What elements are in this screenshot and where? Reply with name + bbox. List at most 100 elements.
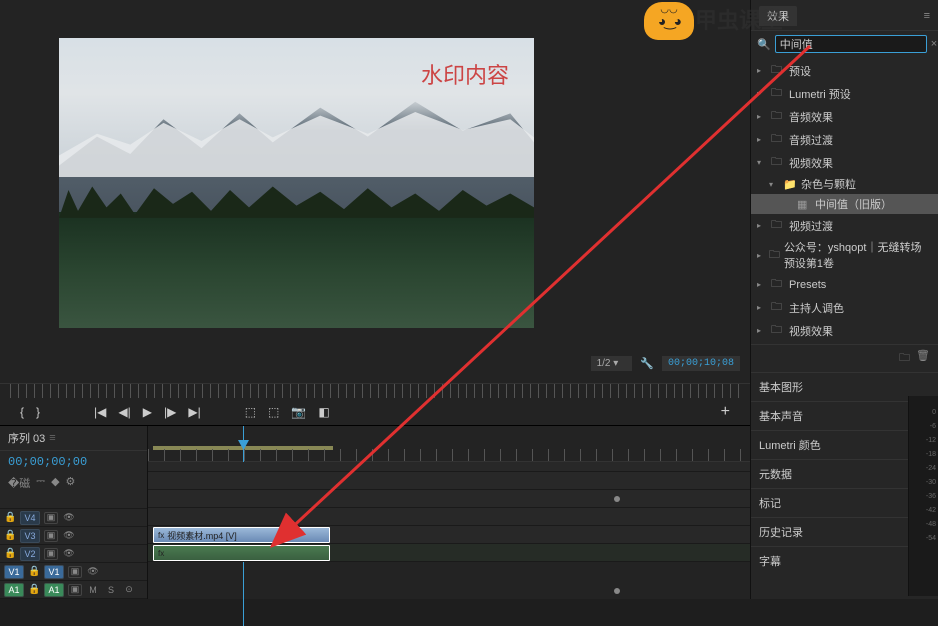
lock-icon[interactable]: 🔒 (28, 566, 40, 577)
video-clip[interactable]: fx视频素材.mp4 [V] (153, 527, 330, 543)
track-badge[interactable]: A1 (44, 583, 64, 597)
expand-arrow-icon[interactable]: ▸ (757, 66, 767, 75)
track-header-v3[interactable]: 🔒 V3 ▣ 👁 (0, 527, 147, 545)
effects-tree-item[interactable]: ▸🗀Lumetri 预设 (751, 82, 938, 105)
go-to-in-icon[interactable]: |◀ (94, 405, 106, 419)
comparison-icon[interactable]: ◧ (318, 405, 329, 419)
expand-arrow-icon[interactable]: ▾ (757, 158, 767, 167)
settings-icon[interactable]: 🔧 (640, 357, 654, 370)
effects-tree-item[interactable]: ▸🗀视频过渡 (751, 214, 938, 237)
voice-icon[interactable]: ⊙ (122, 584, 136, 596)
lock-icon[interactable]: 🔒 (4, 530, 16, 541)
bin-icon: 🗀 (771, 107, 785, 126)
target-toggle[interactable]: ▣ (44, 548, 58, 560)
bin-icon: 🗀 (771, 84, 785, 103)
clear-search-icon[interactable]: × (931, 38, 937, 50)
lock-icon[interactable]: 🔒 (4, 548, 16, 559)
track-lane-spacer[interactable] (148, 462, 750, 472)
track-lane-a1[interactable]: fx (148, 544, 750, 562)
marker-icon[interactable]: ◆ (51, 475, 59, 491)
new-bin-icon[interactable]: 🗀 (899, 349, 910, 368)
effects-search-input[interactable] (775, 35, 927, 53)
add-button-icon[interactable]: + (721, 403, 730, 421)
effects-tree-item[interactable]: ▾📁杂色与颗粒 (751, 174, 938, 194)
search-icon: 🔍 (757, 38, 771, 51)
audio-clip[interactable]: fx (153, 545, 330, 561)
tree-item-label: 预设 (789, 63, 811, 79)
keyframe-marker[interactable] (614, 588, 620, 594)
track-header-a1[interactable]: A1 🔒 A1 ▣ M S ⊙ (0, 581, 147, 599)
video-preview[interactable]: 水印内容 (59, 38, 534, 328)
eye-icon[interactable]: 👁 (62, 512, 76, 524)
sequence-tab[interactable]: 序列 03 ≡ (8, 430, 56, 446)
export-frame-icon[interactable]: 📷 (291, 405, 306, 419)
track-badge[interactable]: V4 (20, 511, 40, 525)
track-badge[interactable]: V3 (20, 529, 40, 543)
effects-tree-item[interactable]: ▸🗀Presets (751, 273, 938, 296)
play-icon[interactable]: ▶ (143, 405, 152, 419)
expand-arrow-icon[interactable]: ▸ (757, 303, 767, 312)
expand-arrow-icon[interactable]: ▸ (757, 89, 767, 98)
time-ruler[interactable] (148, 426, 750, 462)
audio-meters: 0-6-12-18-24-30-36-42-48-54 (908, 396, 938, 596)
effects-tree-item[interactable]: ▸🗀主持人调色 (751, 296, 938, 319)
panel-label: 元数据 (759, 466, 792, 482)
track-header-v2[interactable]: 🔒 V2 ▣ 👁 (0, 545, 147, 563)
sequence-timecode[interactable]: 00;00;00;00 (0, 451, 147, 473)
mark-out-icon[interactable]: } (36, 405, 40, 419)
tree-item-label: 音频效果 (789, 109, 833, 125)
bin-icon: 🗀 (771, 321, 785, 340)
eye-icon[interactable]: 👁 (62, 548, 76, 560)
expand-arrow-icon[interactable]: ▸ (757, 251, 765, 260)
eye-icon[interactable]: 👁 (62, 530, 76, 542)
target-toggle[interactable]: ▣ (68, 584, 82, 596)
track-badge[interactable]: V2 (20, 547, 40, 561)
timecode-display[interactable]: 00;00;10;08 (662, 356, 740, 371)
expand-arrow-icon[interactable]: ▸ (757, 326, 767, 335)
keyframe-marker[interactable] (614, 496, 620, 502)
transport-controls: { } |◀ ◀| ▶ |▶ ▶| ⬚ ⬚ 📷 ◧ + (0, 398, 750, 425)
track-lane-v1[interactable]: fx视频素材.mp4 [V] (148, 526, 750, 544)
go-to-out-icon[interactable]: ▶| (188, 405, 200, 419)
mark-in-icon[interactable]: { (20, 405, 24, 419)
lift-icon[interactable]: ⬚ (245, 405, 256, 419)
track-lane-v2[interactable] (148, 508, 750, 526)
effects-tree-item[interactable]: ▾🗀视频效果 (751, 151, 938, 174)
extract-icon[interactable]: ⬚ (268, 405, 279, 419)
expand-arrow-icon[interactable]: ▸ (757, 221, 767, 230)
target-toggle[interactable]: ▣ (44, 512, 58, 524)
track-badge[interactable]: V1 (44, 565, 64, 579)
eye-icon[interactable]: 👁 (86, 566, 100, 578)
panel-menu-icon[interactable]: ≡ (924, 10, 930, 22)
expand-arrow-icon[interactable]: ▸ (757, 112, 767, 121)
target-toggle[interactable]: ▣ (44, 530, 58, 542)
monitor-ruler[interactable] (0, 383, 750, 398)
meter-tick: -6 (926, 420, 936, 434)
target-toggle[interactable]: ▣ (68, 566, 82, 578)
effects-tree-item[interactable]: ▸🗀视频效果 (751, 319, 938, 342)
step-forward-icon[interactable]: |▶ (164, 405, 176, 419)
mute-icon[interactable]: M (86, 584, 100, 596)
expand-arrow-icon[interactable]: ▸ (757, 280, 767, 289)
track-header-v1[interactable]: V1 🔒 V1 ▣ 👁 (0, 563, 147, 581)
track-header-v4[interactable]: 🔒 V4 ▣ 👁 (0, 509, 147, 527)
effects-tree-item[interactable]: ▸🗀预设 (751, 59, 938, 82)
lock-icon[interactable]: 🔒 (4, 512, 16, 523)
delete-icon[interactable]: 🗑 (916, 349, 930, 368)
effects-tree-item[interactable]: ▦中间值（旧版） (751, 194, 938, 214)
effects-tree-item[interactable]: ▸🗀音频过渡 (751, 128, 938, 151)
link-icon[interactable]: ⎓ (36, 475, 45, 491)
track-lane-v4[interactable] (148, 472, 750, 490)
settings-icon[interactable]: ⚙ (66, 475, 76, 491)
step-back-icon[interactable]: ◀| (118, 405, 130, 419)
effects-tree-item[interactable]: ▸🗀公众号：yshqopt｜无缝转场预设第1卷 (751, 237, 938, 273)
expand-arrow-icon[interactable]: ▾ (769, 180, 779, 189)
tree-item-label: 杂色与颗粒 (801, 176, 856, 192)
lock-icon[interactable]: 🔒 (28, 584, 40, 595)
zoom-selector[interactable]: 1/2 ▾ (591, 356, 633, 371)
expand-arrow-icon[interactable]: ▸ (757, 135, 767, 144)
solo-icon[interactable]: S (104, 584, 118, 596)
track-lane-v3[interactable] (148, 490, 750, 508)
effects-tree-item[interactable]: ▸ 🗀音频效果 (751, 105, 938, 128)
snap-icon[interactable]: �磁 (8, 475, 30, 491)
